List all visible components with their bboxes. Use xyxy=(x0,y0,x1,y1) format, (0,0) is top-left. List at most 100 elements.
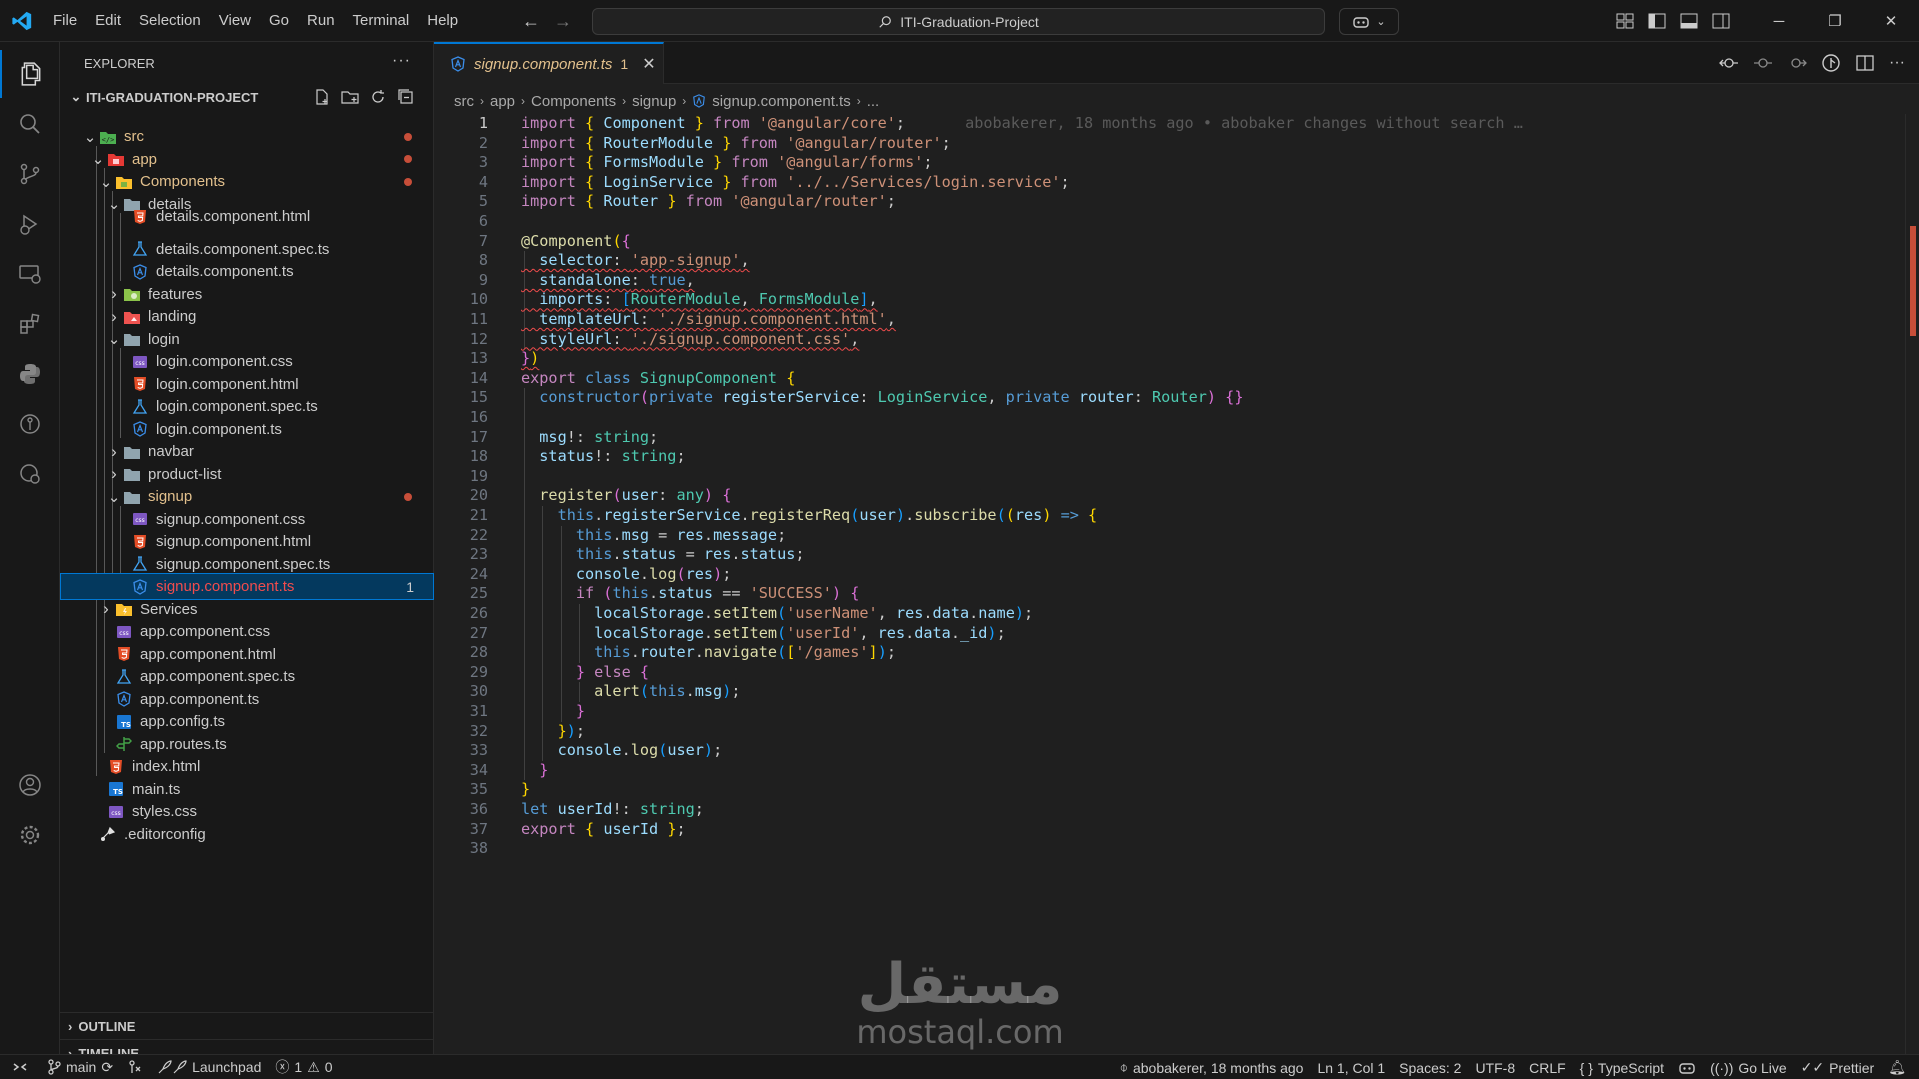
close-window-icon[interactable]: ✕ xyxy=(1863,0,1919,42)
code-token: ( xyxy=(777,643,787,662)
open-changes-icon[interactable] xyxy=(1719,54,1739,72)
gitlens-inspect-icon[interactable] xyxy=(0,450,60,498)
code-token: let xyxy=(521,800,558,818)
command-center[interactable]: ITI-Graduation-Project xyxy=(592,8,1325,35)
more-actions-icon[interactable]: ··· xyxy=(1889,54,1905,72)
back-arrow-icon[interactable]: ← xyxy=(522,11,540,32)
copilot-status[interactable] xyxy=(1671,1060,1703,1076)
tab-signup-component-ts[interactable]: signup.component.ts 1 ✕ xyxy=(434,42,664,84)
new-file-icon[interactable] xyxy=(313,88,331,106)
menu-selection[interactable]: Selection xyxy=(130,0,210,42)
refresh-icon[interactable] xyxy=(369,88,387,106)
explorer-icon[interactable] xyxy=(0,50,60,98)
editor-actions: ··· xyxy=(1719,42,1905,84)
encoding[interactable]: UTF-8 xyxy=(1468,1060,1522,1076)
more-actions-icon[interactable]: ··· xyxy=(392,52,411,70)
svg-text:css: css xyxy=(135,517,145,524)
code-token: ) xyxy=(877,643,887,662)
svg-text:css: css xyxy=(111,810,121,817)
menu-go[interactable]: Go xyxy=(260,0,298,42)
code-token: registerReq xyxy=(749,506,851,524)
breadcrumb-src[interactable]: src xyxy=(454,93,474,110)
file-item-editorconfig[interactable]: .editorconfig xyxy=(60,821,434,848)
menu-file[interactable]: File xyxy=(44,0,86,42)
outline-section[interactable]: › OUTLINE xyxy=(60,1012,434,1039)
explorer-actions xyxy=(313,88,415,106)
previous-change-icon[interactable] xyxy=(1753,54,1773,72)
breadcrumb-signup[interactable]: signup xyxy=(632,93,676,110)
code-token: '/games' xyxy=(795,643,869,662)
forward-arrow-icon[interactable]: → xyxy=(554,11,572,32)
notifications-bell-icon[interactable]: 🔔︎ xyxy=(1881,1059,1913,1076)
launchpad-status[interactable]: Launchpad xyxy=(150,1059,268,1075)
code-token: : xyxy=(612,329,631,348)
next-change-icon[interactable] xyxy=(1787,54,1807,72)
python-icon[interactable] xyxy=(0,350,60,398)
code-line: 22 this.msg = res.message; xyxy=(434,526,1884,546)
customize-layout-icon[interactable] xyxy=(1616,13,1634,29)
gitlens-blame-icon[interactable] xyxy=(1821,53,1841,73)
tree-item-label: signup.component.html xyxy=(156,533,312,550)
editor-scrollbar[interactable] xyxy=(1905,114,1919,1054)
run-debug-icon[interactable] xyxy=(0,200,60,248)
line-number: 38 xyxy=(469,839,488,858)
extensions-icon[interactable] xyxy=(0,300,60,348)
gitlens-icon[interactable] xyxy=(0,400,60,448)
menu-run[interactable]: Run xyxy=(298,0,344,42)
blame-status[interactable]: ⌽ abobakerer, 18 months ago xyxy=(1113,1059,1311,1076)
line-ending[interactable]: CRLF xyxy=(1522,1060,1573,1076)
code-token: private xyxy=(649,388,723,407)
html-file-icon xyxy=(114,645,134,663)
collapse-all-icon[interactable] xyxy=(397,88,415,106)
code-token: { xyxy=(639,662,650,681)
restore-icon[interactable]: ❐ xyxy=(1807,0,1863,42)
spec-file-icon xyxy=(130,555,150,573)
breadcrumb-symbol[interactable]: ... xyxy=(867,93,880,110)
toggle-panel-icon[interactable] xyxy=(1680,13,1698,29)
code-token: this xyxy=(612,584,650,603)
minimize-icon[interactable]: ─ xyxy=(1751,0,1807,42)
breadcrumb-components[interactable]: Components xyxy=(531,93,616,110)
menu-view[interactable]: View xyxy=(210,0,260,42)
file-item-details-component-html[interactable]: details.component.html xyxy=(60,203,434,230)
remote-indicator-icon[interactable] xyxy=(0,1055,40,1079)
indentation[interactable]: Spaces: 2 xyxy=(1392,1060,1468,1076)
toggle-secondary-sidebar-icon[interactable] xyxy=(1712,13,1730,29)
code-editor[interactable]: 1 import { Component } from '@angular/cor… xyxy=(434,114,1884,1054)
split-editor-icon[interactable] xyxy=(1855,54,1875,72)
chevron-right-icon: › xyxy=(111,464,117,483)
code-token: ; xyxy=(731,682,741,701)
sync-icon[interactable]: ⟳ xyxy=(101,1059,113,1076)
code-token: . xyxy=(621,741,631,760)
prettier-status[interactable]: ✓✓ Prettier xyxy=(1794,1059,1882,1076)
code-token: ( xyxy=(777,623,787,642)
menu-edit[interactable]: Edit xyxy=(86,0,130,42)
menu-help[interactable]: Help xyxy=(418,0,467,42)
language-mode[interactable]: { } TypeScript xyxy=(1573,1060,1671,1076)
remote-explorer-icon[interactable] xyxy=(0,250,60,298)
go-live-button[interactable]: ((·)) Go Live xyxy=(1703,1060,1794,1076)
angular-file-icon xyxy=(451,56,465,72)
new-folder-icon[interactable] xyxy=(341,88,359,106)
manage-gear-icon[interactable] xyxy=(0,811,60,859)
tab-label: signup.component.ts xyxy=(474,55,613,73)
source-control-icon[interactable] xyxy=(0,150,60,198)
command-center-text: ITI-Graduation-Project xyxy=(900,13,1039,30)
breadcrumb-app[interactable]: app xyxy=(490,93,515,110)
code-token: ( xyxy=(612,231,622,250)
copilot-button[interactable]: ⌄ xyxy=(1339,8,1399,35)
search-icon[interactable] xyxy=(0,100,60,148)
gitlens-status[interactable] xyxy=(120,1059,150,1075)
breadcrumb-file[interactable]: signup.component.ts xyxy=(712,93,850,110)
line-number: 15 xyxy=(469,388,488,407)
problems-status[interactable]: ⓧ 1 ⚠ 0 xyxy=(268,1057,339,1077)
close-tab-icon[interactable]: ✕ xyxy=(642,54,655,74)
toggle-primary-sidebar-icon[interactable] xyxy=(1648,13,1666,29)
project-root[interactable]: ⌄ ITI-GRADUATION-PROJECT xyxy=(60,84,433,110)
accounts-icon[interactable] xyxy=(0,761,60,809)
menu-terminal[interactable]: Terminal xyxy=(344,0,419,42)
branch-indicator[interactable]: main ⟳ xyxy=(40,1059,120,1076)
code-token: !: xyxy=(566,427,595,446)
code-token: . xyxy=(649,584,659,603)
cursor-position[interactable]: Ln 1, Col 1 xyxy=(1310,1060,1392,1076)
